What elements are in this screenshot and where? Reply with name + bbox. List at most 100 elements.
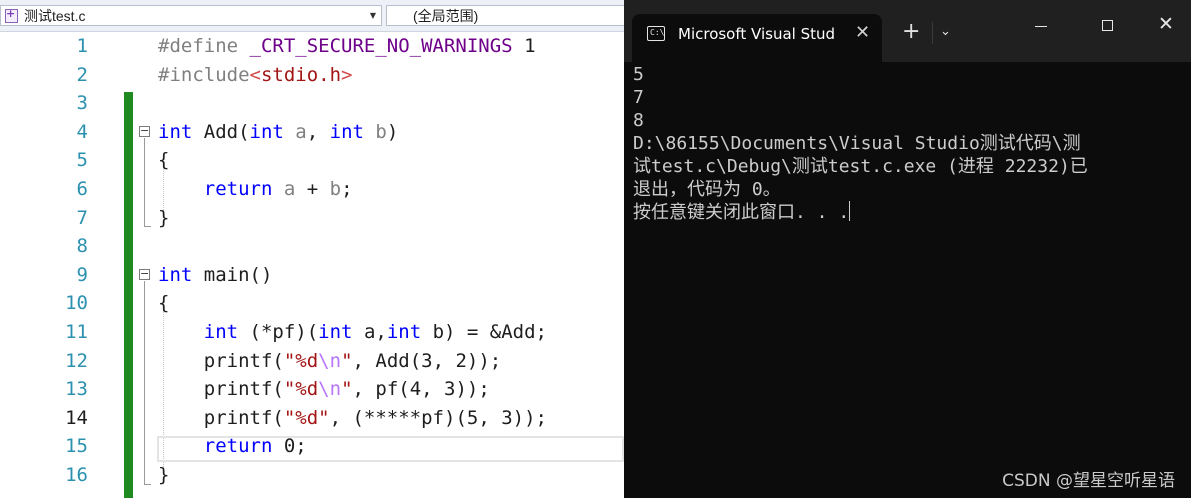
maximize-button[interactable] xyxy=(1102,20,1113,31)
line-number: 2 xyxy=(76,63,88,86)
line-number: 6 xyxy=(76,178,88,200)
code-text[interactable]: return 0; xyxy=(158,432,307,460)
code-text[interactable]: #define _CRT_SECURE_NO_WARNINGS 1 xyxy=(158,32,536,60)
tab-separator xyxy=(932,22,933,44)
minimize-button[interactable] xyxy=(1035,26,1047,27)
code-line[interactable]: 1 #define _CRT_SECURE_NO_WARNINGS 1 xyxy=(0,32,624,60)
code-token: a xyxy=(272,178,296,200)
code-token: b) = &Add; xyxy=(421,321,547,343)
navigation-bar: + 测试test.c ▼ (全局范围) xyxy=(0,0,624,32)
code-token: int xyxy=(318,321,353,343)
code-token: 1 xyxy=(512,35,536,57)
c-file-icon: + xyxy=(4,8,20,24)
tab-menu-chevron-icon[interactable]: ⌄ xyxy=(940,24,951,39)
code-line[interactable]: 7} xyxy=(0,204,624,232)
code-area[interactable]: − − 1 #define _CRT_SECURE_NO_WARNINGS 1 2 #… xyxy=(0,32,624,498)
code-line[interactable]: 14 printf("%d", (*****pf)(5, 3)); xyxy=(0,404,624,432)
code-token: #include xyxy=(158,63,250,86)
code-line[interactable]: 11 int (*pf)(int a,int b) = &Add; xyxy=(0,318,624,346)
terminal-icon: C:\ xyxy=(647,26,665,41)
code-token: > xyxy=(341,63,353,86)
close-window-button[interactable]: ✕ xyxy=(1158,13,1174,35)
code-text[interactable]: { xyxy=(158,146,169,174)
line-number: 4 xyxy=(76,120,88,143)
code-text[interactable]: return a + b; xyxy=(158,175,353,203)
code-line[interactable]: 13 printf("%d\n", pf(4, 3)); xyxy=(0,375,624,403)
code-editor[interactable]: + 测试test.c ▼ (全局范围) − − 1 #define _CRT_SE… xyxy=(0,0,624,498)
code-token: \n xyxy=(318,378,342,401)
code-token: "%d" xyxy=(283,406,330,429)
code-token: , pf(4, 3)); xyxy=(352,378,490,401)
code-token: < xyxy=(249,63,261,86)
code-token: , (*****pf)(5, 3)); xyxy=(329,406,547,429)
code-line[interactable]: 4 int Add(int a, int b) xyxy=(0,118,624,146)
line-number: 14 xyxy=(65,406,88,429)
code-token: { xyxy=(158,292,170,315)
code-token: ; xyxy=(341,178,353,200)
code-token: "%d xyxy=(283,349,319,372)
code-text[interactable]: { xyxy=(158,289,169,317)
code-text[interactable]: int (*pf)(int a,int b) = &Add; xyxy=(158,318,547,346)
console-output-line: 退出，代码为 0。 xyxy=(633,179,781,200)
code-token: int xyxy=(329,120,364,143)
code-line[interactable]: 10 { xyxy=(0,289,624,317)
code-text[interactable]: printf("%d\n", Add(3, 2)); xyxy=(158,347,501,375)
console-titlebar[interactable]: C:\ Microsoft Visual Studio ✕ + ⌄ ✕ xyxy=(624,0,1191,62)
code-line[interactable]: 3 xyxy=(0,89,624,117)
code-token: b xyxy=(363,120,387,143)
code-text[interactable]: int Add(int a, int b) xyxy=(158,118,398,146)
line-number: 12 xyxy=(65,349,88,372)
code-token: #define xyxy=(158,35,250,57)
code-token: ) xyxy=(386,120,399,143)
code-line[interactable]: 2 #include<stdio.h> xyxy=(0,61,624,89)
code-line[interactable]: 6 return a + b; xyxy=(0,175,624,203)
code-token: printf( xyxy=(158,349,284,372)
line-number: 10 xyxy=(65,292,88,315)
code-text[interactable]: #include<stdio.h> xyxy=(158,61,353,89)
code-token: , xyxy=(306,120,330,143)
code-text[interactable]: } xyxy=(158,204,169,232)
code-token: stdio.h xyxy=(260,63,342,86)
code-text[interactable]: int main() xyxy=(158,261,272,289)
new-tab-button[interactable]: + xyxy=(902,20,920,44)
scope-selector-dropdown[interactable]: (全局范围) xyxy=(386,5,624,26)
line-number: 13 xyxy=(65,378,88,401)
code-token: printf( xyxy=(158,378,284,401)
console-output-line: 试test.c\Debug\测试test.c.exe (进程 22232)已 xyxy=(633,156,1088,177)
code-token: int xyxy=(203,321,239,343)
console-window[interactable]: C:\ Microsoft Visual Studio ✕ + ⌄ ✕ 5 7 … xyxy=(624,0,1191,498)
line-number: 16 xyxy=(65,464,88,486)
file-selector-dropdown[interactable]: + 测试test.c ▼ xyxy=(0,5,382,26)
code-line[interactable]: 16} xyxy=(0,461,624,489)
chevron-down-icon[interactable]: ▼ xyxy=(370,11,376,20)
code-token: a, xyxy=(352,321,387,343)
code-token: b xyxy=(329,178,342,200)
code-text[interactable]: } xyxy=(158,461,169,489)
code-line[interactable]: 9 int main() xyxy=(0,261,624,289)
code-line[interactable]: 12 printf("%d\n", Add(3, 2)); xyxy=(0,347,624,375)
code-text[interactable]: printf("%d", (*****pf)(5, 3)); xyxy=(158,404,547,432)
code-token: 0; xyxy=(272,435,307,458)
console-tab-title: Microsoft Visual Studio xyxy=(678,25,834,43)
code-line[interactable]: 15 return 0; xyxy=(0,432,624,460)
close-tab-icon[interactable]: ✕ xyxy=(855,23,870,43)
code-text[interactable]: printf("%d\n", pf(4, 3)); xyxy=(158,375,490,403)
console-output[interactable]: 5 7 8 D:\86155\Documents\Visual Studio测试… xyxy=(633,63,1188,224)
console-tab[interactable]: C:\ Microsoft Visual Studio ✕ xyxy=(632,14,882,62)
code-token: int xyxy=(158,263,193,286)
code-token: } xyxy=(158,206,170,229)
code-token: { xyxy=(158,149,170,172)
console-output-line: 按任意键关闭此窗口. . . xyxy=(633,201,1188,224)
code-line[interactable]: 8 xyxy=(0,232,624,260)
code-line[interactable]: 5{ xyxy=(0,146,624,174)
code-token: } xyxy=(158,464,170,486)
line-number: 11 xyxy=(65,321,88,343)
code-token: int xyxy=(249,120,284,143)
text-cursor xyxy=(849,201,851,221)
code-token: return xyxy=(203,435,273,458)
file-selector-label: 测试test.c xyxy=(24,7,86,24)
line-number: 3 xyxy=(76,92,88,115)
